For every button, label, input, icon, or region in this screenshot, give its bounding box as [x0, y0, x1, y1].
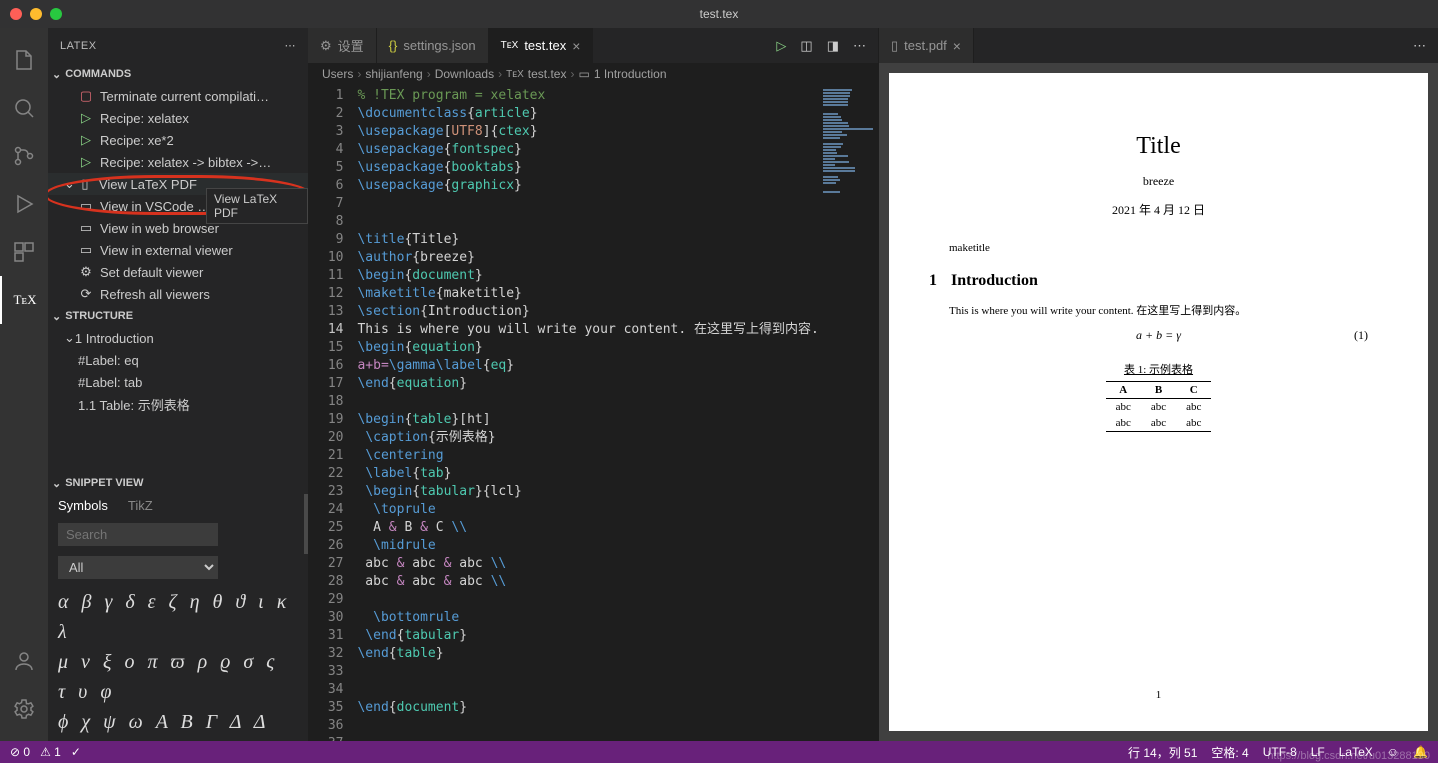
- gear-icon: ⚙: [320, 38, 332, 54]
- minimize-window-button[interactable]: [30, 8, 42, 20]
- structure-section[interactable]: ⌄ STRUCTURE: [48, 305, 308, 327]
- refresh-viewers[interactable]: ⟳Refresh all viewers: [48, 283, 308, 305]
- pdf-page: Title breeze 2021 年 4 月 12 日 maketitle 1…: [889, 73, 1428, 731]
- play-icon: ▷: [78, 110, 94, 126]
- close-icon[interactable]: ×: [953, 38, 961, 54]
- run-debug-icon[interactable]: [0, 180, 48, 228]
- watermark: https://blog.csdn.net/u013288190: [1267, 750, 1430, 762]
- tab-symbols[interactable]: Symbols: [58, 498, 108, 513]
- editor-group-left: ⚙ 设置 {} settings.json TᴇX test.tex × ▷ ◫…: [308, 28, 878, 741]
- stop-icon: ▢: [78, 88, 94, 104]
- chevron-down-icon: ⌄: [52, 68, 61, 81]
- latex-icon[interactable]: TᴇX: [0, 276, 48, 324]
- pdf-viewer[interactable]: Title breeze 2021 年 4 月 12 日 maketitle 1…: [879, 63, 1438, 741]
- chevron-down-icon: ⌄: [52, 477, 61, 490]
- run-icon[interactable]: ▷: [776, 38, 786, 54]
- window-controls: [10, 8, 62, 20]
- editor-tabs: ⚙ 设置 {} settings.json TᴇX test.tex × ▷ ◫…: [308, 28, 878, 63]
- symbols-grid[interactable]: α β γ δ ε ζ η θ ϑ ι κ λ μ ν ξ o π ϖ ρ ϱ …: [48, 583, 308, 741]
- symbol-category-select[interactable]: All: [58, 556, 218, 579]
- external-icon: ▭: [78, 242, 94, 258]
- more-icon[interactable]: ⋯: [1413, 38, 1426, 54]
- terminate-compilation[interactable]: ▢Terminate current compilati…: [48, 85, 308, 107]
- more-icon[interactable]: ⋯: [853, 38, 866, 54]
- line-numbers: 1234567891011121314151617181920212223242…: [308, 85, 357, 741]
- recipe-xelatex-bibtex[interactable]: ▷Recipe: xelatex -> bibtex ->…: [48, 151, 308, 173]
- chevron-down-icon: ⌄: [52, 310, 61, 323]
- pdf-tabs: ▯ test.pdf × ⋯: [879, 28, 1438, 63]
- split-right-icon[interactable]: ◨: [827, 38, 839, 54]
- view-external[interactable]: ▭View in external viewer: [48, 239, 308, 261]
- view-icon: ▭: [78, 198, 94, 214]
- symbol-search-input[interactable]: [58, 523, 218, 546]
- tab-settings-json[interactable]: {} settings.json: [377, 28, 489, 63]
- warnings-count[interactable]: ⚠ 1: [40, 745, 61, 759]
- sidebar-title: LATEX ⋯: [48, 28, 308, 63]
- pdf-section-heading: 1Introduction: [929, 272, 1388, 290]
- cursor-position[interactable]: 行 14，列 51: [1128, 744, 1197, 761]
- breadcrumb[interactable]: Users› shijianfeng› Downloads› TᴇX test.…: [308, 63, 878, 85]
- maximize-window-button[interactable]: [50, 8, 62, 20]
- label-eq[interactable]: #Label: eq: [48, 349, 308, 371]
- pdf-author: breeze: [929, 174, 1388, 189]
- pdf-body: This is where you will write your conten…: [949, 302, 1388, 318]
- pdf-icon: ▯: [77, 176, 93, 192]
- pdf-maketitle: maketitle: [949, 242, 1388, 254]
- editor-group-right: ▯ test.pdf × ⋯ Title breeze 2021 年 4 月 1…: [878, 28, 1438, 741]
- snippet-section[interactable]: ⌄ SNIPPET VIEW: [48, 472, 308, 494]
- close-window-button[interactable]: [10, 8, 22, 20]
- pdf-equation: a + b = γ (1): [929, 328, 1388, 343]
- tab-tikz[interactable]: TikZ: [128, 498, 153, 513]
- recipe-xe2[interactable]: ▷Recipe: xe*2: [48, 129, 308, 151]
- build-status-icon[interactable]: ✓: [71, 745, 81, 759]
- close-icon[interactable]: ×: [572, 38, 580, 54]
- extensions-icon[interactable]: [0, 228, 48, 276]
- tab-test-tex[interactable]: TᴇX test.tex ×: [489, 28, 594, 63]
- pdf-table: ABC abcabcabc abcabcabc: [1106, 381, 1212, 432]
- pdf-page-number: 1: [1156, 689, 1162, 701]
- code-content[interactable]: % !TEX program = xelatex\documentclass{a…: [357, 85, 818, 741]
- tab-settings[interactable]: ⚙ 设置: [308, 28, 377, 63]
- browser-icon: ▭: [78, 220, 94, 236]
- account-icon[interactable]: [0, 637, 48, 685]
- pdf-title: Title: [929, 133, 1388, 160]
- indentation[interactable]: 空格: 4: [1211, 744, 1248, 761]
- braces-icon: {}: [389, 38, 398, 53]
- errors-count[interactable]: ⊘ 0: [10, 745, 30, 759]
- label-tab[interactable]: #Label: tab: [48, 371, 308, 393]
- commands-section[interactable]: ⌄ COMMANDS: [48, 63, 308, 85]
- pdf-date: 2021 年 4 月 12 日: [929, 201, 1388, 218]
- play-icon: ▷: [78, 154, 94, 170]
- file-icon: ▯: [891, 38, 898, 54]
- tab-test-pdf[interactable]: ▯ test.pdf ×: [879, 28, 974, 63]
- snippet-tabs: Symbols TikZ: [48, 494, 308, 517]
- table-example[interactable]: 1.1 Table: 示例表格: [48, 393, 308, 415]
- tooltip: View LaTeX PDF: [206, 188, 308, 224]
- refresh-icon: ⟳: [78, 286, 94, 302]
- chevron-down-icon: ⌄: [64, 330, 75, 346]
- more-icon[interactable]: ⋯: [285, 39, 297, 52]
- set-default-viewer[interactable]: ⚙Set default viewer: [48, 261, 308, 283]
- recipe-xelatex[interactable]: ▷Recipe: xelatex: [48, 107, 308, 129]
- chevron-down-icon: ⌄: [64, 176, 75, 192]
- split-icon[interactable]: ◫: [800, 38, 812, 54]
- activity-bar: TᴇX: [0, 28, 48, 741]
- play-icon: ▷: [78, 132, 94, 148]
- pdf-table-caption: 表 1: 示例表格: [929, 361, 1388, 377]
- statusbar: ⊘ 0 ⚠ 1 ✓ 行 14，列 51 空格: 4 UTF-8 LF LaTeX…: [0, 741, 1438, 763]
- gear-icon: ⚙: [78, 264, 94, 280]
- titlebar: test.tex: [0, 0, 1438, 28]
- source-control-icon[interactable]: [0, 132, 48, 180]
- settings-gear-icon[interactable]: [0, 685, 48, 733]
- structure-introduction[interactable]: ⌄1 Introduction: [48, 327, 308, 349]
- sidebar: LATEX ⋯ ⌄ COMMANDS ▢Terminate current co…: [48, 28, 308, 741]
- minimap[interactable]: [819, 85, 878, 741]
- search-icon[interactable]: [0, 84, 48, 132]
- explorer-icon[interactable]: [0, 36, 48, 84]
- tex-icon: TᴇX: [501, 40, 519, 51]
- window-title: test.tex: [700, 7, 739, 21]
- code-editor[interactable]: 1234567891011121314151617181920212223242…: [308, 85, 878, 741]
